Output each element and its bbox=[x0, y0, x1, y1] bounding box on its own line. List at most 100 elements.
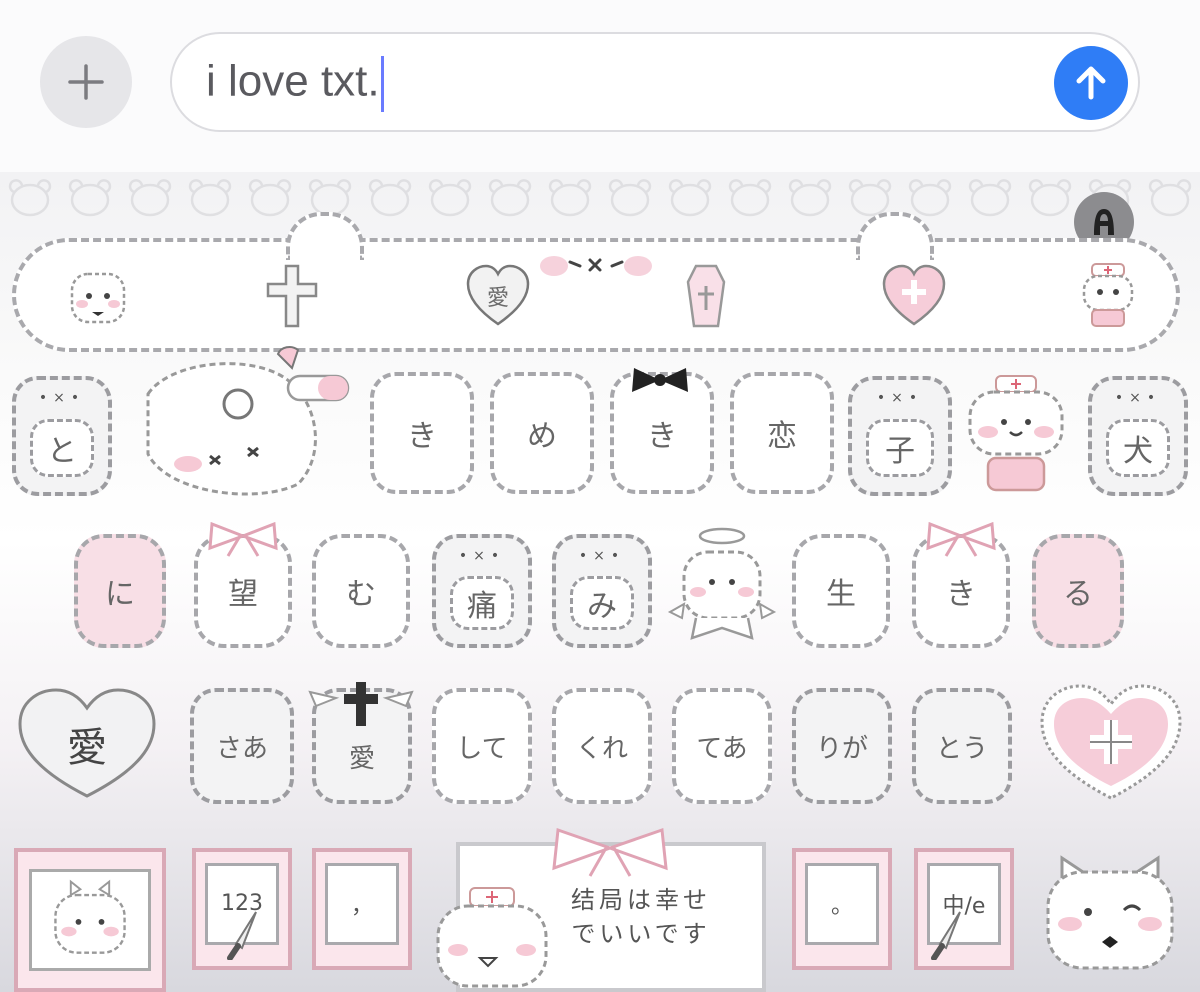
key-label: む bbox=[346, 577, 376, 612]
key-itami-1[interactable]: •×• 痛 bbox=[432, 534, 532, 648]
add-attachment-button[interactable] bbox=[40, 36, 132, 128]
key-label: み bbox=[587, 589, 617, 624]
suggestion-bar: 愛 bbox=[12, 212, 1180, 352]
arrow-up-icon bbox=[1076, 66, 1106, 100]
suggestion-coffin-sticker[interactable] bbox=[670, 260, 742, 332]
key-saa[interactable]: さあ bbox=[190, 688, 294, 804]
key-label: る bbox=[1063, 577, 1093, 612]
key-label: に bbox=[105, 577, 135, 612]
key-ki-1[interactable]: き bbox=[370, 372, 474, 494]
key-me[interactable]: め bbox=[490, 372, 594, 494]
pink-heart-cross-icon bbox=[1040, 684, 1182, 800]
bear-outline-icon bbox=[1148, 179, 1192, 217]
sleeping-cat-sticker bbox=[146, 346, 350, 496]
key-label: して bbox=[456, 733, 508, 764]
plus-icon bbox=[68, 64, 104, 100]
bear-outline-icon bbox=[608, 179, 652, 217]
key-label: 愛 bbox=[67, 725, 107, 771]
key-label: とう bbox=[935, 733, 988, 764]
nurse-cat-sticker bbox=[436, 887, 548, 988]
key-label: 。 bbox=[830, 893, 853, 919]
coffin-icon bbox=[686, 264, 726, 328]
key-label: りが bbox=[815, 733, 868, 764]
key-label: き bbox=[647, 419, 677, 454]
key-sei[interactable]: 生 bbox=[792, 534, 890, 648]
message-text: i love txt. bbox=[206, 56, 380, 106]
delete-key[interactable] bbox=[1036, 680, 1186, 804]
bear-outline-icon bbox=[728, 179, 772, 217]
angel-cat-sticker bbox=[667, 527, 777, 640]
key-label: 生 bbox=[826, 577, 856, 612]
bear-outline-icon bbox=[968, 179, 1012, 217]
key-shite[interactable]: して bbox=[432, 688, 532, 804]
pink-bow-icon bbox=[208, 522, 278, 557]
key-label: め bbox=[527, 419, 557, 454]
bear-outline-icon bbox=[248, 179, 292, 217]
key-tou[interactable]: とう bbox=[912, 688, 1012, 804]
key-mi[interactable]: •×• み bbox=[552, 534, 652, 648]
key-inu[interactable]: •×• 犬 bbox=[1088, 376, 1188, 496]
key-mu[interactable]: む bbox=[312, 534, 410, 648]
key-label: と bbox=[47, 433, 77, 469]
suggestion-cross-sticker[interactable] bbox=[256, 260, 328, 332]
bear-outline-icon bbox=[8, 179, 52, 217]
bear-outline-icon bbox=[488, 179, 532, 217]
key-to[interactable]: •×• と bbox=[12, 376, 112, 496]
nurse-cat-icon bbox=[1082, 263, 1134, 327]
key-label: き bbox=[407, 419, 437, 454]
key-ni[interactable]: に bbox=[74, 534, 166, 648]
suggestion-nurse-cat-sticker[interactable] bbox=[1072, 260, 1144, 332]
pink-bow-icon bbox=[926, 522, 996, 557]
key-label: 恋 bbox=[767, 419, 797, 454]
suggestion-pink-heart-sticker[interactable] bbox=[878, 260, 950, 332]
emoji-key[interactable] bbox=[14, 848, 166, 992]
bear-outline-icon bbox=[188, 179, 232, 217]
period-key[interactable]: 。 bbox=[792, 848, 892, 970]
key-label: てあ bbox=[696, 733, 748, 764]
text-cursor bbox=[380, 56, 384, 112]
key-kure[interactable]: くれ bbox=[552, 688, 652, 804]
bear-eyes: •×• bbox=[458, 548, 506, 564]
suggestion-cat-sticker[interactable] bbox=[62, 260, 134, 332]
key-label: 愛 bbox=[348, 743, 375, 774]
heart-label: 愛 bbox=[486, 286, 509, 311]
winking-cat-icon bbox=[1046, 855, 1174, 970]
key-label: くれ bbox=[575, 733, 628, 764]
key-ru[interactable]: る bbox=[1032, 534, 1124, 648]
bear-eyes: •×• bbox=[876, 390, 924, 406]
comma-key[interactable]: ， bbox=[312, 848, 412, 970]
key-riga[interactable]: りが bbox=[792, 688, 892, 804]
message-input-bar: i love txt. bbox=[0, 0, 1200, 172]
suggestion-heart-sticker[interactable]: 愛 bbox=[462, 260, 534, 332]
sleepy-face-icon bbox=[540, 256, 652, 276]
space-text-line2: でいいです bbox=[571, 920, 711, 948]
key-label: さあ bbox=[215, 733, 268, 764]
bear-outline-icon bbox=[368, 179, 412, 217]
knife-icon bbox=[227, 911, 257, 960]
send-button[interactable] bbox=[1054, 46, 1128, 120]
key-ai-heart[interactable]: 愛 bbox=[14, 684, 160, 804]
themed-keyboard: 愛 •×• と き め き 恋 •×• 子 •×• 犬 に 望 む •×• 痛 … bbox=[0, 172, 1200, 992]
key-label: き bbox=[946, 577, 976, 612]
cat-with-bow-icon bbox=[29, 869, 151, 971]
letter-a-icon bbox=[1094, 209, 1114, 235]
key-ko[interactable]: •×• 子 bbox=[848, 376, 952, 496]
key-label: 痛 bbox=[467, 589, 497, 624]
bear-outline-icon bbox=[548, 179, 592, 217]
bear-eyes: •×• bbox=[1114, 390, 1162, 406]
bear-outline-icon bbox=[668, 179, 712, 217]
key-label: 子 bbox=[885, 433, 915, 469]
pink-bow-icon bbox=[552, 827, 668, 877]
bear-eyes: •×• bbox=[578, 548, 626, 564]
key-koi[interactable]: 恋 bbox=[730, 372, 834, 494]
bear-eyes: •×• bbox=[38, 390, 86, 406]
nurse-cat-sticker bbox=[968, 375, 1064, 492]
knife-icon bbox=[931, 911, 961, 960]
bear-outline-icon bbox=[788, 179, 832, 217]
bear-outline-icon bbox=[68, 179, 112, 217]
space-text-line1: 结局は幸せ bbox=[571, 886, 711, 914]
key-tea[interactable]: てあ bbox=[672, 688, 772, 804]
bear-outline-icon bbox=[428, 179, 472, 217]
message-field[interactable]: i love txt. bbox=[170, 32, 1140, 132]
return-key[interactable] bbox=[1040, 848, 1180, 976]
